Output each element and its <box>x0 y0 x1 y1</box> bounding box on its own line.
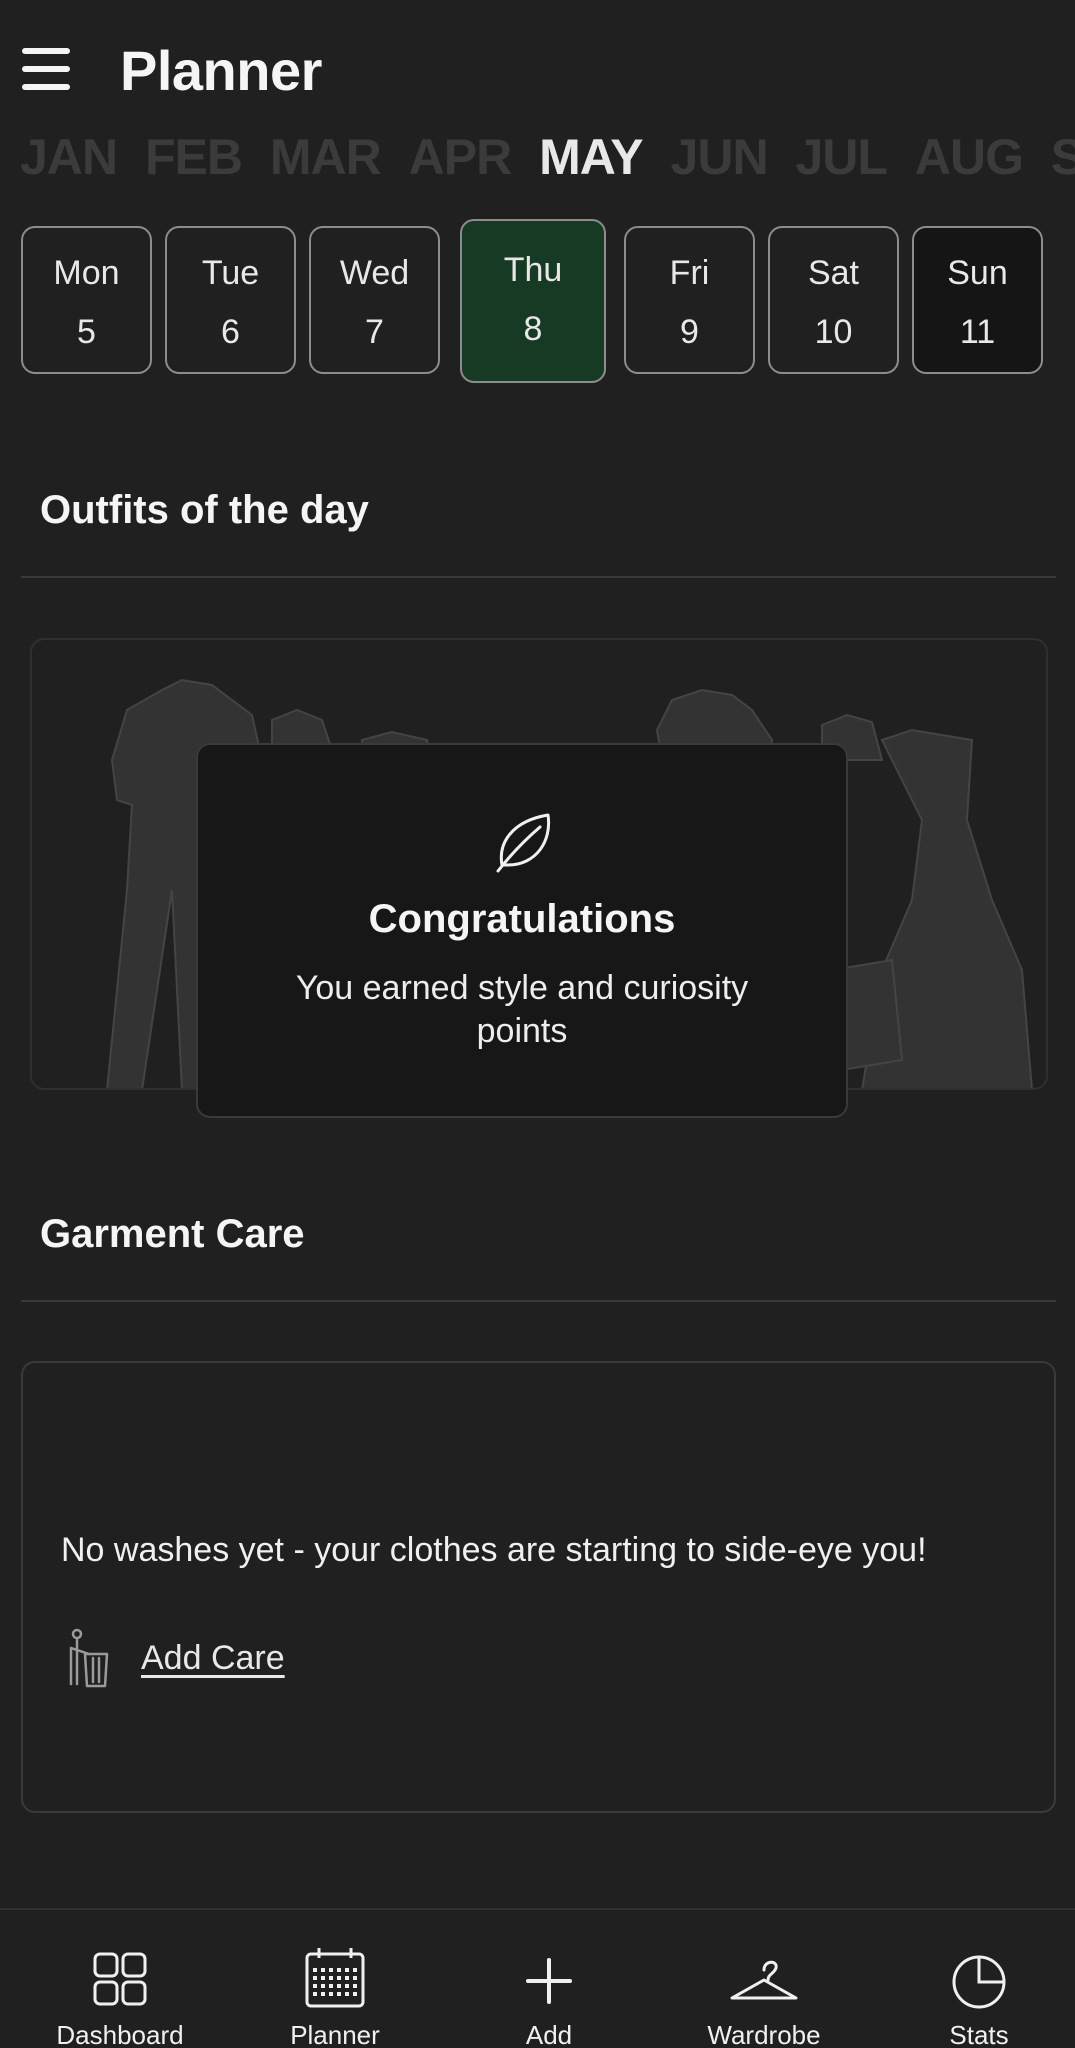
day-tue[interactable]: Tue 6 <box>165 226 296 374</box>
day-mon[interactable]: Mon 5 <box>21 226 152 374</box>
calendar-icon <box>305 1948 365 2008</box>
day-number: 8 <box>523 310 543 348</box>
month-jan[interactable]: JAN <box>20 128 118 186</box>
day-number: 9 <box>680 313 699 351</box>
day-name: Tue <box>201 254 260 292</box>
congratulations-title: Congratulations <box>368 897 676 941</box>
garment-care-card: No washes yet - your clothes are startin… <box>21 1361 1056 1813</box>
care-divider <box>21 1300 1056 1302</box>
nav-planner[interactable]: Planner <box>235 1910 435 2048</box>
congratulations-popup: Congratulations You earned style and cur… <box>196 743 848 1118</box>
care-empty-message: No washes yet - your clothes are startin… <box>61 1531 927 1569</box>
day-number: 10 <box>814 313 853 351</box>
nav-wardrobe[interactable]: Wardrobe <box>664 1910 864 2048</box>
nav-label: Dashboard <box>56 2020 184 2048</box>
day-number: 6 <box>221 313 240 351</box>
nav-add[interactable]: Add <box>449 1910 649 2048</box>
washing-person-icon <box>69 1628 109 1688</box>
day-number: 7 <box>365 313 384 351</box>
day-name: Thu <box>503 251 563 289</box>
day-sun[interactable]: Sun 11 <box>912 226 1043 374</box>
day-name: Fri <box>669 254 710 292</box>
month-sep[interactable]: SEP <box>1051 128 1075 186</box>
month-mar[interactable]: MAR <box>270 128 382 186</box>
outfits-divider <box>21 576 1056 578</box>
bottom-navigation: Dashboard Planner Add Wardrobe Stats <box>0 1908 1075 2048</box>
day-selector: Mon 5 Tue 6 Wed 7 Thu 8 Fri 9 Sat 10 Sun… <box>21 219 1075 396</box>
hanger-icon <box>730 1960 798 2000</box>
day-sat[interactable]: Sat 10 <box>768 226 899 374</box>
day-name: Sat <box>807 254 860 292</box>
day-name: Mon <box>53 254 120 292</box>
month-jul[interactable]: JUL <box>795 128 887 186</box>
day-fri[interactable]: Fri 9 <box>624 226 755 374</box>
month-may[interactable]: MAY <box>539 128 644 186</box>
nav-dashboard[interactable]: Dashboard <box>20 1910 220 2048</box>
day-number: 5 <box>77 313 96 351</box>
month-selector: JAN FEB MAR APR MAY JUN JUL AUG SEP <box>20 128 1075 186</box>
day-name: Wed <box>339 254 410 292</box>
nav-label: Stats <box>949 2020 1009 2048</box>
nav-label: Add <box>525 2020 573 2048</box>
nav-label: Wardrobe <box>707 2020 821 2048</box>
congratulations-message: You earned style and curiosity points <box>295 969 749 1050</box>
month-apr[interactable]: APR <box>409 128 513 186</box>
care-section-title: Garment Care <box>40 1212 305 1256</box>
hamburger-menu-icon[interactable] <box>22 48 72 92</box>
add-care-link[interactable]: Add Care <box>141 1639 285 1678</box>
outfits-section-title: Outfits of the day <box>40 488 369 532</box>
page-title: Planner <box>120 39 322 102</box>
pie-chart-icon <box>952 1955 1006 2009</box>
app-header: Planner <box>0 0 1075 130</box>
month-aug[interactable]: AUG <box>915 128 1024 186</box>
day-number: 11 <box>959 313 996 351</box>
nav-stats[interactable]: Stats <box>879 1910 1075 2048</box>
month-feb[interactable]: FEB <box>145 128 243 186</box>
month-jun[interactable]: JUN <box>671 128 769 186</box>
planner-screen: Planner JAN FEB MAR APR MAY JUN JUL AUG … <box>0 0 1075 2048</box>
day-thu[interactable]: Thu 8 <box>460 219 606 383</box>
day-name: Sun <box>947 254 1008 292</box>
dashboard-grid-icon <box>93 1952 147 2006</box>
nav-label: Planner <box>290 2020 380 2048</box>
leaf-icon <box>496 813 551 873</box>
plus-icon <box>526 1958 572 2004</box>
day-wed[interactable]: Wed 7 <box>309 226 440 374</box>
